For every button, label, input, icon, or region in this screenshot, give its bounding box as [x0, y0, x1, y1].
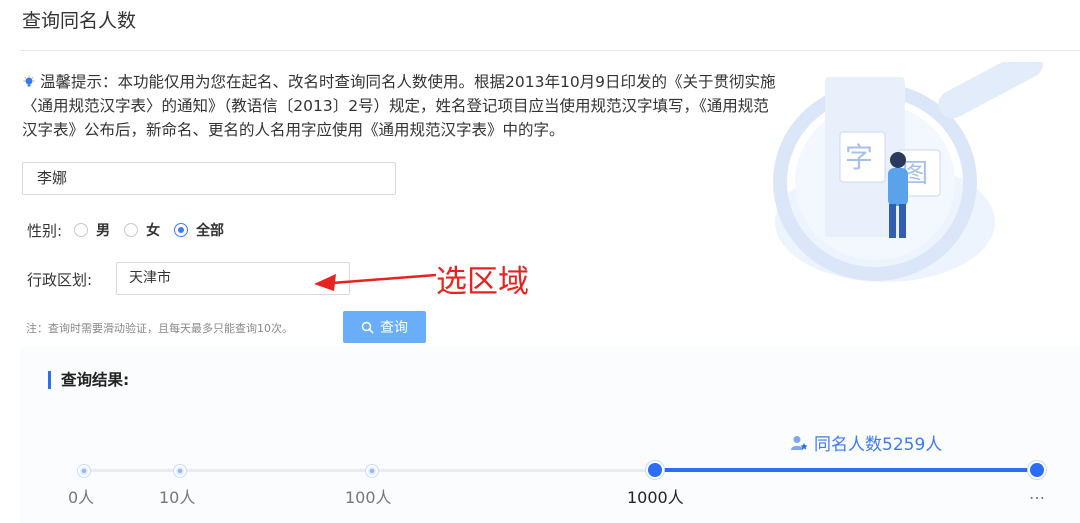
magnifier-illustration: 字 图	[773, 62, 1044, 282]
gender-option-label: 女	[146, 223, 161, 239]
query-note: 注：查询时需要滑动验证，且每天最多只能查询10次。	[26, 322, 293, 335]
tip-label: 温馨提示：	[40, 73, 118, 91]
scale-tick-10	[174, 465, 186, 477]
scale-label-100: 100人	[345, 488, 392, 507]
tip-text: 本功能仅用为您在起名、改名时查询同名人数使用。根据2013年10月9日印发的《关…	[22, 73, 776, 139]
scale-tick-100	[366, 465, 378, 477]
scale-label-more: …	[1029, 484, 1045, 503]
tip-notice: 温馨提示：本功能仅用为您在起名、改名时查询同名人数使用。根据2013年10月9日…	[22, 70, 782, 142]
same-name-count: 同名人数5259人	[790, 430, 942, 455]
name-input[interactable]: 李娜	[22, 162, 396, 195]
radio-circle-checked[interactable]	[174, 223, 189, 237]
scale-label-10: 10人	[159, 488, 196, 507]
gender-option-male[interactable]: 男	[74, 220, 110, 240]
lightbulb-icon	[23, 75, 35, 87]
gender-label: 性别:	[27, 221, 63, 240]
search-icon	[361, 321, 374, 334]
query-button-label: 查询	[380, 320, 408, 336]
scale-tick-0	[78, 465, 90, 477]
scale-node-end	[1030, 463, 1044, 477]
gender-selector: 性别: 男 女 全部	[27, 220, 238, 240]
query-button[interactable]: 查询	[343, 311, 426, 343]
radio-circle[interactable]	[124, 223, 139, 237]
scale-track-fill	[655, 468, 1037, 472]
radio-circle[interactable]	[74, 223, 89, 237]
scale-label-1000: 1000人	[627, 488, 684, 507]
result-title: 查询结果:	[48, 371, 129, 389]
region-label: 行政区划:	[27, 271, 93, 289]
gender-option-all[interactable]: 全部	[174, 220, 224, 240]
gender-option-female[interactable]: 女	[124, 220, 160, 240]
header-divider	[20, 50, 1080, 51]
gender-option-label: 全部	[196, 223, 225, 239]
person-star-icon	[791, 435, 808, 450]
same-name-count-text: 同名人数5259人	[814, 435, 943, 455]
annotation-text: 选区域	[436, 264, 529, 300]
svg-text:字: 字	[845, 141, 873, 174]
page-title: 查询同名人数	[22, 10, 137, 32]
scale-node-1000	[648, 463, 662, 477]
gender-option-label: 男	[96, 223, 111, 239]
scale-label-0: 0人	[68, 488, 95, 507]
annotation-arrow-icon	[314, 273, 437, 291]
